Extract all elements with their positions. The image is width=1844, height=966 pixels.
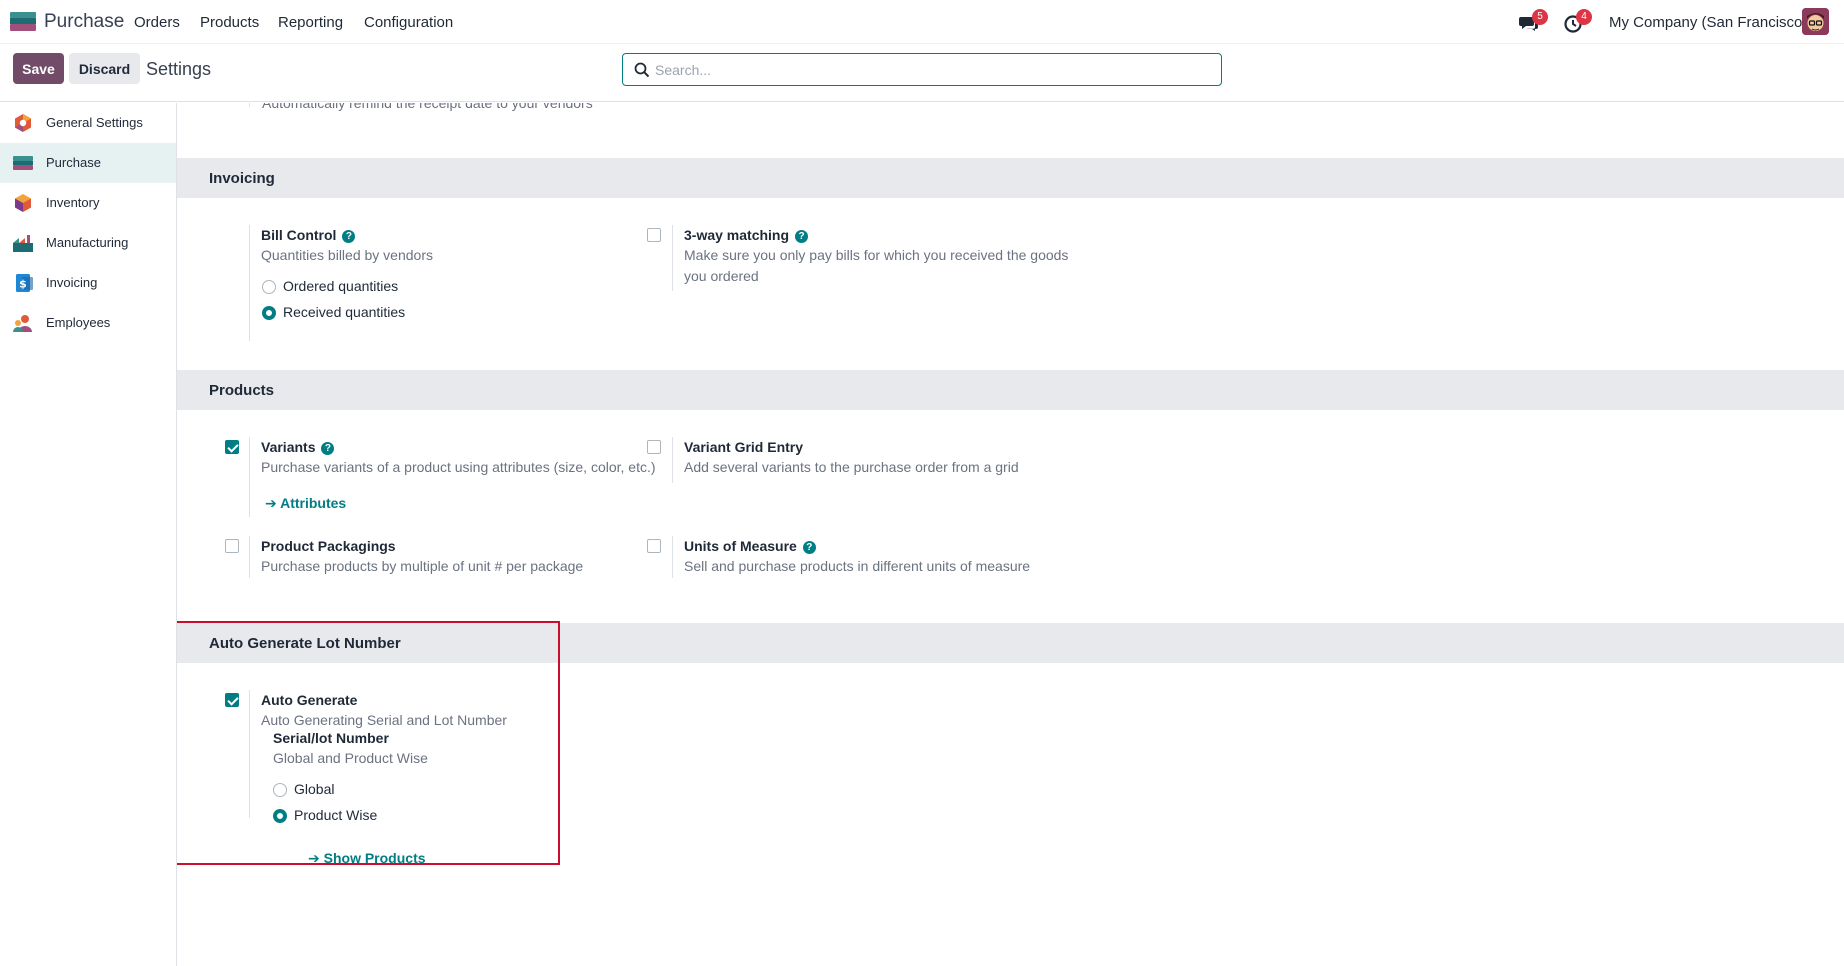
units-of-measure-checkbox[interactable] [647, 539, 661, 553]
svg-text:$: $ [19, 278, 27, 291]
setting-units-of-measure: Units of Measure? Sell and purchase prod… [647, 534, 1147, 594]
setting-title: Variant Grid Entry [684, 439, 804, 455]
sidebar-item-label: Invoicing [46, 275, 98, 290]
search-box[interactable] [622, 53, 1222, 86]
sidebar-item-purchase[interactable]: Purchase [0, 143, 176, 183]
help-icon[interactable]: ? [795, 230, 809, 243]
setting-divider [249, 225, 250, 341]
section-invoicing-header: Invoicing [177, 158, 1844, 198]
company-switcher[interactable]: My Company (San Francisco) [1609, 14, 1807, 31]
discard-button[interactable]: Discard [69, 53, 140, 84]
attributes-link[interactable]: ➔ Attributes [265, 495, 346, 512]
section-products-header: Products [177, 370, 1844, 410]
section-title: Invoicing [209, 170, 275, 187]
invoicing-icon: $ [16, 274, 33, 292]
sidebar-item-invoicing[interactable]: $ Invoicing [0, 263, 176, 303]
menu-products[interactable]: Products [200, 14, 259, 31]
menu-reporting[interactable]: Reporting [278, 14, 343, 31]
sidebar-item-label: Manufacturing [46, 235, 129, 250]
setting-title: Variants? [261, 439, 335, 455]
setting-divider [249, 103, 250, 107]
radio-label[interactable]: Received quantities [283, 304, 405, 320]
setting-title: Product Packagings [261, 538, 396, 554]
setting-desc: Add several variants to the purchase ord… [684, 459, 1019, 475]
three-way-matching-checkbox[interactable] [647, 228, 661, 242]
link-text: Attributes [280, 495, 347, 511]
radio-ordered-quantities[interactable] [262, 280, 276, 294]
sidebar-item-label: Employees [46, 315, 111, 330]
help-icon[interactable]: ? [321, 442, 335, 455]
sidebar-item-label: Inventory [46, 195, 100, 210]
save-button[interactable]: Save [13, 53, 64, 84]
menu-configuration[interactable]: Configuration [364, 14, 453, 31]
variant-grid-entry-checkbox[interactable] [647, 440, 661, 454]
radio-label[interactable]: Ordered quantities [283, 278, 398, 294]
setting-variants: Variants? Purchase variants of a product… [177, 435, 656, 517]
setting-title-text: Variants [261, 439, 316, 455]
setting-divider [672, 225, 673, 291]
setting-divider [249, 536, 250, 578]
sidebar-item-label: General Settings [46, 115, 143, 130]
purchase-icon [13, 156, 33, 170]
search-icon [634, 62, 650, 78]
purchase-app-icon[interactable] [10, 12, 36, 31]
employees-icon [13, 315, 32, 332]
help-icon[interactable]: ? [802, 541, 816, 554]
section-title: Products [209, 382, 275, 399]
sidebar-item-label: Purchase [46, 155, 101, 170]
setting-divider [672, 536, 673, 578]
activities-badge: 4 [1576, 9, 1592, 25]
settings-content: Automatically remind the receipt date to… [177, 103, 1844, 966]
setting-title: 3-way matching? [684, 227, 809, 243]
setting-desc: Purchase products by multiple of unit # … [261, 558, 584, 574]
sidebar-item-manufacturing[interactable]: Manufacturing [0, 223, 176, 263]
setting-desc: Make sure you only pay bills for which y… [684, 247, 1069, 284]
arrow-right-icon: ➔ [265, 495, 277, 511]
setting-title: Bill Control? [261, 227, 356, 243]
sidebar-item-employees[interactable]: Employees [0, 303, 176, 343]
setting-variant-grid-entry: Variant Grid Entry Add several variants … [647, 435, 1147, 495]
setting-divider [672, 437, 673, 483]
variants-checkbox[interactable] [225, 440, 239, 454]
setting-title: Units of Measure? [684, 538, 816, 554]
menu-orders[interactable]: Orders [134, 14, 180, 31]
setting-desc: Purchase variants of a product using att… [261, 459, 656, 475]
app-name[interactable]: Purchase [44, 11, 124, 33]
user-avatar[interactable] [1802, 8, 1829, 35]
radio-received-quantities[interactable] [262, 306, 276, 320]
setting-title-text: 3-way matching [684, 227, 790, 243]
settings-sidebar: General Settings Purchase Inventory Manu… [0, 103, 177, 966]
setting-desc: Quantities billed by vendors [261, 247, 433, 263]
setting-title-text: Bill Control [261, 227, 337, 243]
avatar-face-icon [1802, 8, 1829, 35]
setting-desc: Sell and purchase products in different … [684, 558, 1031, 574]
help-icon[interactable]: ? [342, 230, 356, 243]
search-input[interactable] [655, 60, 1205, 80]
manufacturing-icon [13, 235, 33, 252]
cutoff-setting-desc: Automatically remind the receipt date to… [262, 103, 593, 111]
general-settings-icon [15, 114, 31, 132]
setting-title-text: Units of Measure [684, 538, 797, 554]
setting-three-way-matching: 3-way matching? Make sure you only pay b… [647, 223, 1147, 303]
product-packagings-checkbox[interactable] [225, 539, 239, 553]
highlight-annotation-box [177, 621, 560, 865]
messages-badge: 5 [1532, 9, 1548, 25]
sidebar-item-general-settings[interactable]: General Settings [0, 103, 176, 143]
control-panel: Save Discard Settings [0, 44, 1844, 102]
inventory-icon [15, 194, 31, 212]
setting-divider [249, 437, 250, 517]
top-navbar: Purchase Orders Products Reporting Confi… [0, 0, 1844, 44]
sidebar-item-inventory[interactable]: Inventory [0, 183, 176, 223]
page-title: Settings [146, 59, 212, 79]
setting-product-packagings: Product Packagings Purchase products by … [177, 534, 647, 594]
